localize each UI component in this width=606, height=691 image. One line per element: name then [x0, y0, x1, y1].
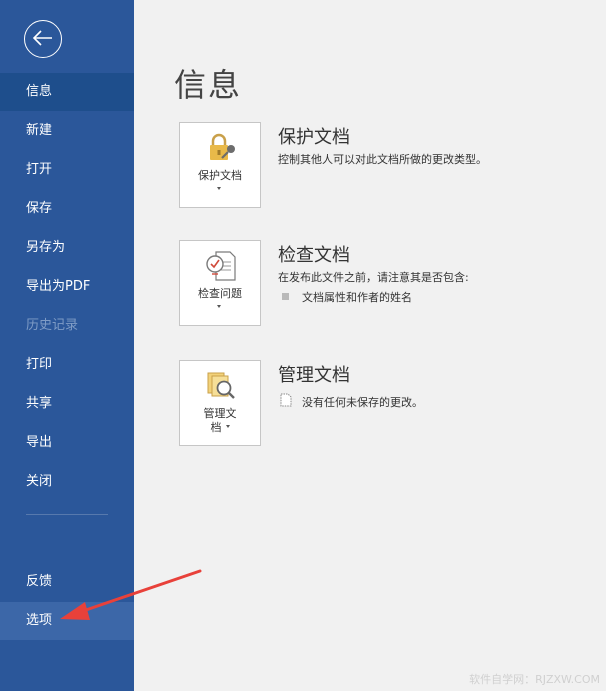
- nav-item-save-as[interactable]: 另存为: [0, 229, 134, 267]
- nav-item-save[interactable]: 保存: [0, 190, 134, 228]
- backstage-sidebar: 信息 新建 打开 保存 另存为 导出为PDF 历史记录 打印 共享 导出 关闭 …: [0, 0, 134, 691]
- protect-document-button-label: 保护文档: [198, 169, 242, 182]
- chevron-down-icon: [217, 305, 221, 308]
- protect-document-title: 保护文档: [278, 127, 350, 148]
- watermark: 软件自学网：RJZXW.COM: [469, 673, 600, 686]
- nav-item-info[interactable]: 信息: [0, 73, 134, 111]
- inspect-document-title: 检查文档: [278, 245, 350, 266]
- manage-document-description: 没有任何未保存的更改。: [302, 396, 423, 409]
- protect-document-button[interactable]: 保护文档: [179, 122, 261, 208]
- nav-item-open[interactable]: 打开: [0, 151, 134, 189]
- lock-key-icon: [210, 133, 235, 160]
- inspect-document-bullet: 文档属性和作者的姓名: [302, 291, 412, 304]
- nav-item-print[interactable]: 打印: [0, 346, 134, 384]
- nav-item-history: 历史记录: [26, 318, 79, 333]
- nav-item-feedback[interactable]: 反馈: [0, 563, 134, 601]
- manage-document-title: 管理文档: [278, 365, 350, 386]
- back-arrow-icon: [32, 30, 52, 46]
- bullet-icon: [282, 293, 289, 300]
- nav-item-options[interactable]: 选项: [0, 602, 134, 640]
- nav-item-export-pdf[interactable]: 导出为PDF: [0, 268, 134, 306]
- manage-document-button[interactable]: 管理文 档: [179, 360, 261, 446]
- document-icon: [280, 393, 292, 407]
- check-issues-button-label: 检查问题: [198, 287, 242, 300]
- back-button[interactable]: [24, 20, 62, 58]
- nav-item-share[interactable]: 共享: [0, 385, 134, 423]
- chevron-down-icon: [226, 425, 230, 428]
- check-issues-button[interactable]: 检查问题: [179, 240, 261, 326]
- manage-document-icon: [207, 372, 235, 399]
- page-title: 信息: [174, 66, 243, 104]
- inspect-document-icon: [206, 251, 236, 281]
- chevron-down-icon: [217, 187, 221, 190]
- manage-document-button-label-2: 档: [210, 421, 222, 434]
- sidebar-divider: [26, 514, 108, 515]
- protect-document-description: 控制其他人可以对此文档所做的更改类型。: [278, 153, 487, 166]
- inspect-document-description: 在发布此文件之前，请注意其是否包含:: [278, 271, 469, 284]
- nav-item-export[interactable]: 导出: [0, 424, 134, 462]
- nav-item-close[interactable]: 关闭: [0, 463, 134, 501]
- nav-item-new[interactable]: 新建: [0, 112, 134, 150]
